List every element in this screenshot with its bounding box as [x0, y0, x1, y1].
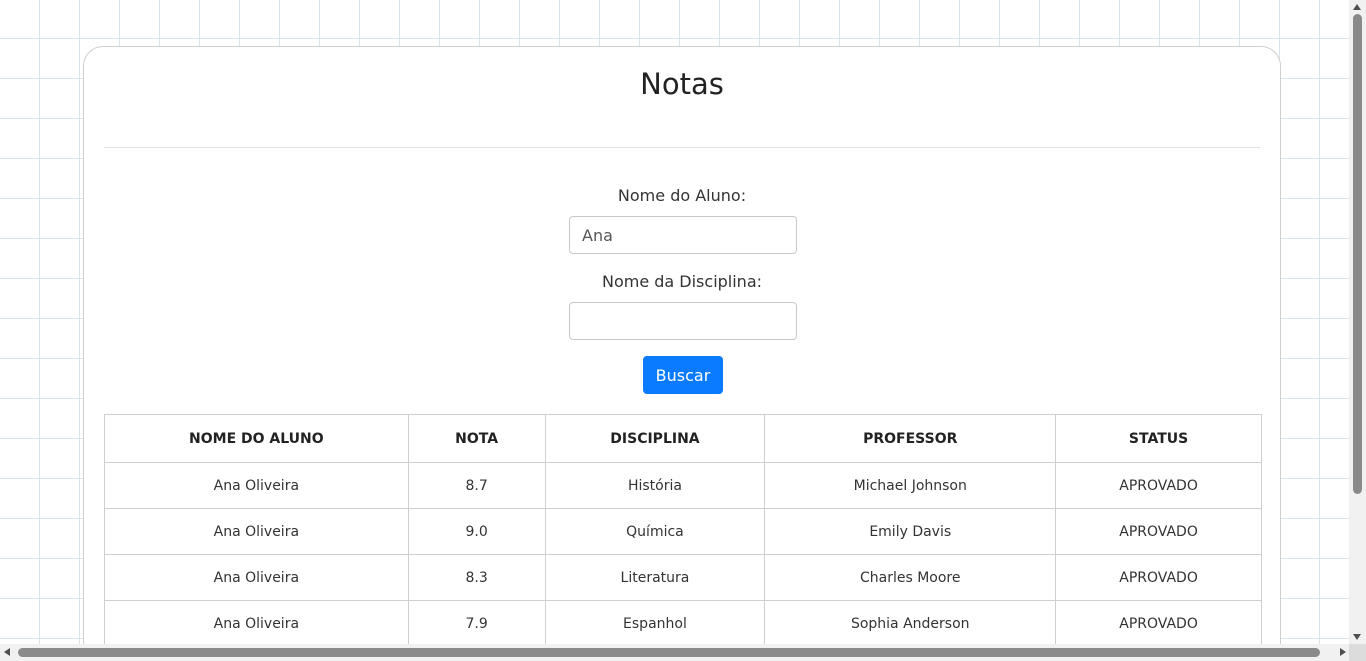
cell-status: APROVADO — [1055, 462, 1262, 509]
search-button[interactable]: Buscar — [643, 356, 723, 394]
header-grade: NOTA — [407, 414, 546, 463]
cell-grade: 7.9 — [407, 600, 546, 647]
cell-discipline: História — [544, 462, 766, 509]
discipline-name-input[interactable] — [569, 302, 797, 340]
scroll-right-arrow-icon[interactable] — [1340, 648, 1346, 656]
cell-status: APROVADO — [1055, 508, 1262, 555]
discipline-name-label: Nome da Disciplina: — [601, 272, 763, 291]
scroll-left-arrow-icon[interactable] — [4, 648, 10, 656]
cell-student-name: Ana Oliveira — [104, 600, 409, 647]
vertical-scrollbar[interactable] — [1349, 0, 1366, 644]
cell-discipline: Literatura — [544, 554, 766, 601]
vertical-scroll-thumb[interactable] — [1353, 14, 1362, 494]
table-row: Ana Oliveira 8.3 Literatura Charles Moor… — [104, 554, 1262, 601]
cell-student-name: Ana Oliveira — [104, 508, 409, 555]
cell-professor: Michael Johnson — [764, 462, 1057, 509]
cell-discipline: Espanhol — [544, 600, 766, 647]
horizontal-scrollbar[interactable] — [0, 644, 1366, 661]
scrollbar-corner — [1349, 644, 1366, 661]
page-title: Notas — [640, 67, 724, 101]
cell-student-name: Ana Oliveira — [104, 554, 409, 601]
cell-professor: Charles Moore — [764, 554, 1057, 601]
cell-student-name: Ana Oliveira — [104, 462, 409, 509]
cell-professor: Sophia Anderson — [764, 600, 1057, 647]
table-row: Ana Oliveira 7.9 Espanhol Sophia Anderso… — [104, 600, 1262, 647]
grades-card: Notas Nome do Aluno: Nome da Disciplina:… — [83, 46, 1281, 661]
table-header-row: NOME DO ALUNO NOTA DISCIPLINA PROFESSOR … — [104, 414, 1262, 463]
table-row: Ana Oliveira 9.0 Química Emily Davis APR… — [104, 508, 1262, 555]
cell-status: APROVADO — [1055, 554, 1262, 601]
header-student-name: NOME DO ALUNO — [104, 414, 409, 463]
cell-grade: 9.0 — [407, 508, 546, 555]
header-professor: PROFESSOR — [764, 414, 1057, 463]
header-status: STATUS — [1055, 414, 1262, 463]
scroll-up-arrow-icon[interactable] — [1353, 4, 1361, 10]
header-discipline: DISCIPLINA — [544, 414, 766, 463]
cell-grade: 8.3 — [407, 554, 546, 601]
cell-status: APROVADO — [1055, 600, 1262, 647]
student-name-label: Nome do Aluno: — [617, 186, 747, 205]
scroll-down-arrow-icon[interactable] — [1353, 634, 1361, 640]
table-row: Ana Oliveira 8.7 História Michael Johnso… — [104, 462, 1262, 509]
cell-grade: 8.7 — [407, 462, 546, 509]
student-name-input[interactable] — [569, 216, 797, 254]
title-divider — [104, 147, 1260, 148]
horizontal-scroll-thumb[interactable] — [18, 648, 1320, 657]
cell-professor: Emily Davis — [764, 508, 1057, 555]
cell-discipline: Química — [544, 508, 766, 555]
grades-table: NOME DO ALUNO NOTA DISCIPLINA PROFESSOR … — [104, 414, 1262, 647]
